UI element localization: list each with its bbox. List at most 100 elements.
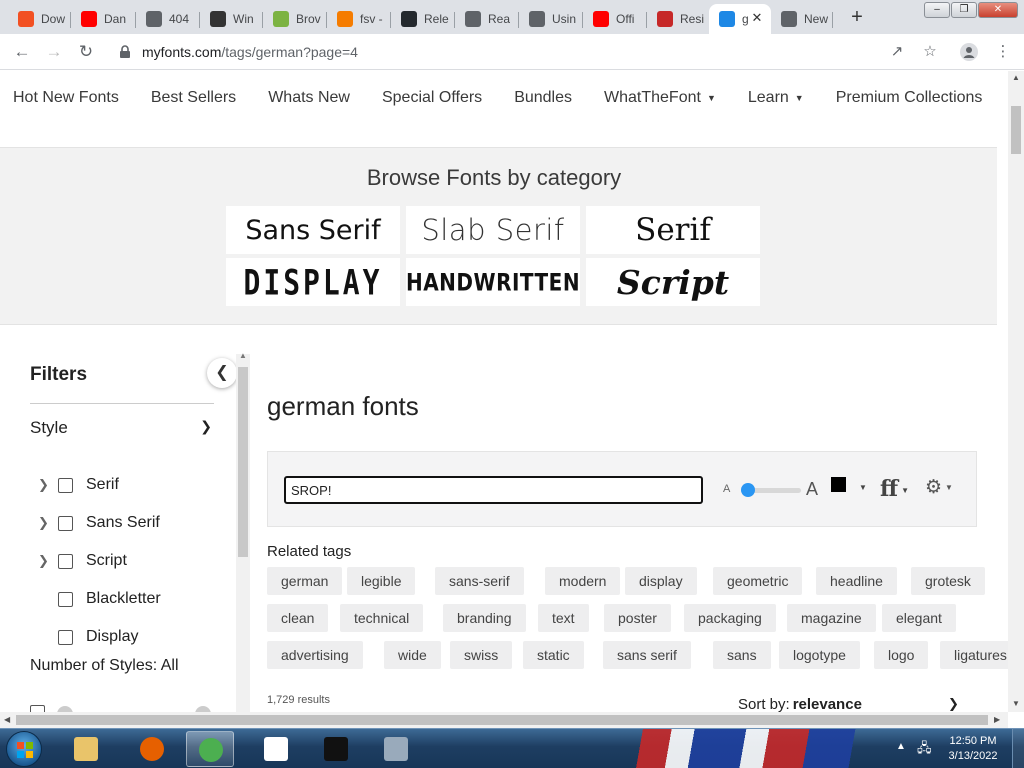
expand-arrow-icon[interactable]: ❯: [38, 553, 58, 569]
tag-chip[interactable]: modern: [545, 567, 621, 595]
forward-button[interactable]: →: [42, 40, 66, 64]
category-script[interactable]: Script: [586, 258, 760, 306]
tag-chip[interactable]: display: [625, 567, 697, 595]
taskbar-app-firefox[interactable]: [128, 731, 176, 767]
tag-chip[interactable]: legible: [347, 567, 416, 595]
taskbar-app-cmd[interactable]: [312, 731, 360, 767]
nav-premium-collections[interactable]: Premium Collections: [836, 89, 983, 107]
font-size-slider[interactable]: [741, 483, 801, 497]
tag-chip[interactable]: german: [267, 567, 343, 595]
restore-button[interactable]: ❐: [951, 2, 977, 18]
profile-icon[interactable]: [960, 43, 978, 61]
tag-chip[interactable]: packaging: [684, 604, 776, 632]
tag-chip[interactable]: elegant: [882, 604, 956, 632]
filter-option-serif[interactable]: ❯ Serif: [38, 474, 119, 496]
tag-chip[interactable]: static: [523, 641, 584, 669]
lock-icon[interactable]: [118, 45, 132, 59]
browser-tab[interactable]: Win: [200, 4, 263, 34]
page-horizontal-scrollbar[interactable]: ◀ ▶: [0, 712, 1008, 728]
collapse-filters-button[interactable]: ❮: [207, 358, 237, 388]
style-filter-header[interactable]: Style ❯: [30, 418, 214, 438]
checkbox[interactable]: [30, 705, 45, 712]
network-icon[interactable]: 🖧: [917, 739, 932, 761]
scrollbar-thumb[interactable]: [238, 367, 248, 557]
tag-chip[interactable]: sans serif: [603, 641, 691, 669]
category-sans-serif[interactable]: Sans Serif: [226, 206, 400, 254]
nav-whatthefont[interactable]: WhatTheFont ▼: [604, 89, 716, 107]
browser-tab[interactable]: Resi: [647, 4, 709, 34]
nav-special-offers[interactable]: Special Offers: [382, 89, 482, 107]
checkbox[interactable]: [58, 629, 73, 645]
ligatures-button[interactable]: ff ▼: [880, 476, 909, 502]
tag-chip[interactable]: text: [538, 604, 589, 632]
settings-button[interactable]: ⚙ ▼: [925, 476, 953, 499]
checkbox[interactable]: [58, 515, 73, 531]
tag-chip[interactable]: logo: [874, 641, 929, 669]
tag-chip[interactable]: clean: [267, 604, 329, 632]
tag-chip[interactable]: wide: [384, 641, 441, 669]
tag-chip[interactable]: advertising: [267, 641, 363, 669]
tag-chip[interactable]: branding: [443, 604, 526, 632]
tag-chip[interactable]: geometric: [713, 567, 803, 595]
slider-knob[interactable]: [741, 483, 755, 497]
taskbar-app-explorer[interactable]: [62, 731, 110, 767]
tag-chip[interactable]: poster: [604, 604, 671, 632]
tag-chip[interactable]: magazine: [787, 604, 876, 632]
foreground-color-swatch[interactable]: [831, 477, 846, 492]
category-display[interactable]: DISPLAY: [226, 258, 400, 306]
checkbox[interactable]: [58, 591, 73, 607]
scrollbar-thumb[interactable]: [1011, 106, 1021, 154]
show-desktop-button[interactable]: [1012, 729, 1024, 768]
address-bar[interactable]: myfonts.com/tags/german?page=4: [110, 38, 950, 66]
color-picker[interactable]: ▼: [831, 477, 867, 501]
browser-tab[interactable]: g ✕: [709, 4, 771, 34]
page-vertical-scrollbar[interactable]: ▲ ▼: [1008, 71, 1024, 712]
category-handwritten[interactable]: HANDWRITTEN: [406, 258, 580, 306]
menu-kebab-icon[interactable]: ⋮: [994, 43, 1012, 61]
back-button[interactable]: ←: [10, 40, 34, 64]
sort-dropdown[interactable]: Sort by: relevance ❯: [738, 696, 959, 712]
tag-chip[interactable]: logotype: [779, 641, 860, 669]
scroll-left-arrow-icon[interactable]: ◀: [4, 715, 10, 724]
browser-tab[interactable]: fsv -: [327, 4, 391, 34]
scrollbar-thumb[interactable]: [16, 715, 988, 725]
tag-chip[interactable]: sans: [713, 641, 771, 669]
browser-tab[interactable]: Usin: [519, 4, 583, 34]
minimize-button[interactable]: –: [924, 2, 950, 18]
checkbox[interactable]: [58, 477, 73, 493]
taskbar-app-monitor[interactable]: [372, 731, 420, 767]
browser-tab[interactable]: Brov: [263, 4, 327, 34]
browser-tab[interactable]: New: [771, 4, 833, 34]
taskbar-app-chrome[interactable]: [186, 731, 234, 767]
tag-chip[interactable]: headline: [816, 567, 897, 595]
filter-option-display[interactable]: Display: [38, 626, 138, 648]
share-icon[interactable]: ↗: [888, 43, 906, 61]
filter-option-script[interactable]: ❯ Script: [38, 550, 127, 572]
filter-option-sans-serif[interactable]: ❯ Sans Serif: [38, 512, 160, 534]
nav-hot-new-fonts[interactable]: Hot New Fonts: [13, 89, 119, 107]
start-button[interactable]: [6, 731, 42, 767]
filters-scrollbar[interactable]: ▲: [236, 351, 250, 712]
checkbox[interactable]: [58, 553, 73, 569]
tag-chip[interactable]: technical: [340, 604, 424, 632]
nav-best-sellers[interactable]: Best Sellers: [151, 89, 236, 107]
scroll-up-arrow-icon[interactable]: ▲: [1012, 73, 1020, 82]
nav-learn[interactable]: Learn ▼: [748, 89, 804, 107]
nav-whats-new[interactable]: Whats New: [268, 89, 350, 107]
category-serif[interactable]: Serif: [586, 206, 760, 254]
new-tab-button[interactable]: +: [845, 6, 869, 30]
browser-tab[interactable]: Rea: [455, 4, 519, 34]
browser-tab[interactable]: Rele: [391, 4, 455, 34]
expand-arrow-icon[interactable]: ❯: [38, 515, 58, 531]
expand-arrow-icon[interactable]: ❯: [38, 477, 58, 493]
close-tab-icon[interactable]: ✕: [749, 10, 765, 26]
scroll-down-arrow-icon[interactable]: ▼: [1012, 699, 1020, 708]
window-close-button[interactable]: ✕: [978, 2, 1018, 18]
browser-tab[interactable]: Offi: [583, 4, 647, 34]
scroll-right-arrow-icon[interactable]: ▶: [994, 715, 1000, 724]
category-slab-serif[interactable]: Slab Serif: [406, 206, 580, 254]
browser-tab[interactable]: Dow: [8, 4, 71, 34]
browser-tab[interactable]: 404: [136, 4, 200, 34]
system-clock[interactable]: 12:50 PM 3/13/2022: [938, 734, 1008, 764]
tag-chip[interactable]: ligatures: [940, 641, 1008, 669]
